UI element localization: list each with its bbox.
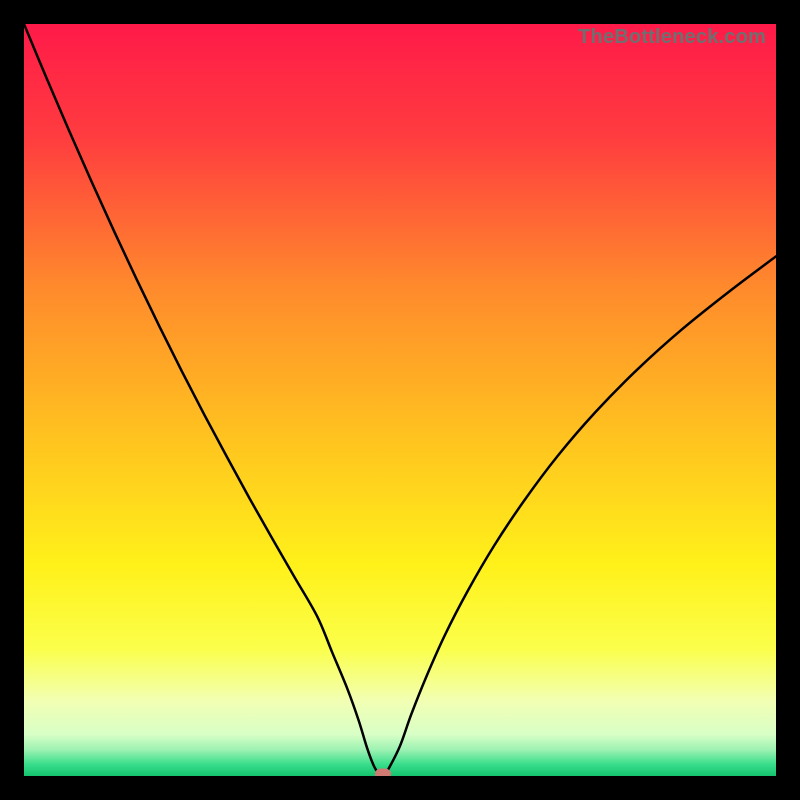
chart-frame: TheBottleneck.com xyxy=(0,0,800,800)
minimum-marker xyxy=(375,769,391,777)
plot-area: TheBottleneck.com xyxy=(24,24,776,776)
bottleneck-curve xyxy=(24,24,776,776)
